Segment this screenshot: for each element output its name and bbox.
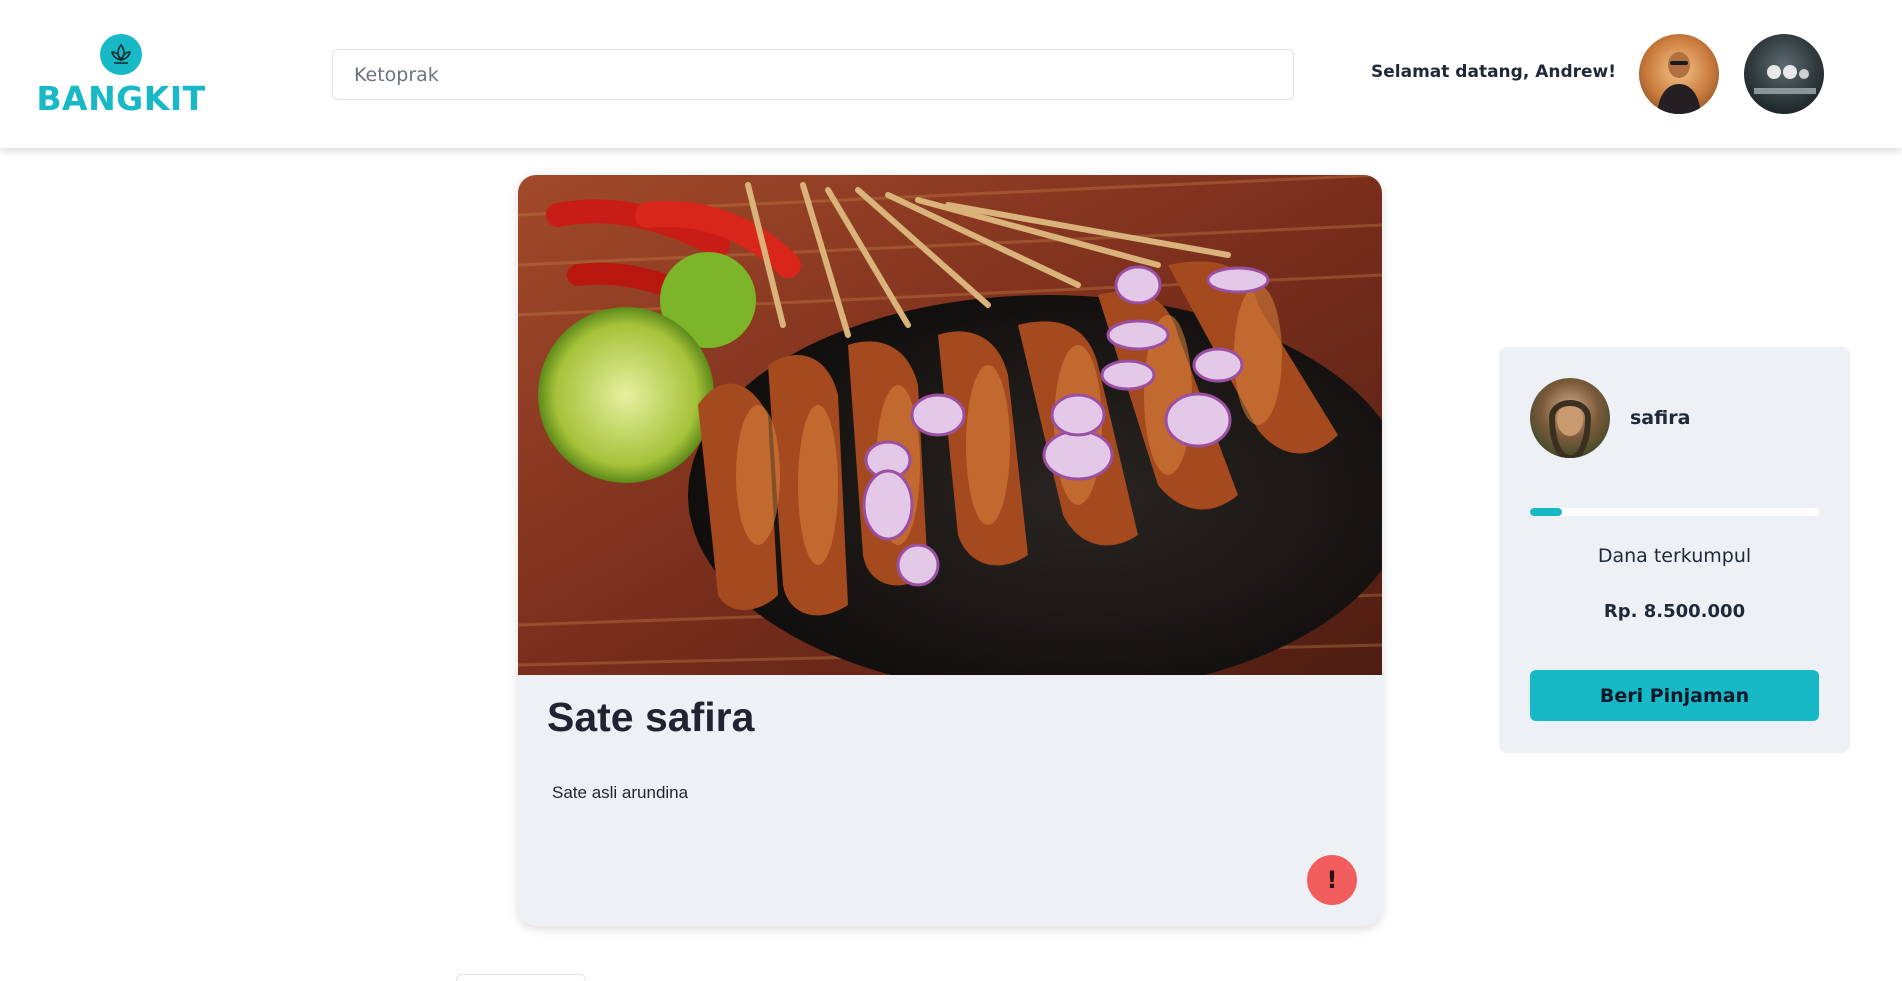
leaf-icon: [100, 34, 142, 75]
funding-progress-bar: [1530, 508, 1819, 516]
welcome-text: Selamat datang, Andrew!: [1371, 62, 1616, 82]
funds-label: Dana terkumpul: [1597, 545, 1752, 567]
brand-name: BANGKIT: [36, 79, 206, 118]
report-button[interactable]: !: [1307, 855, 1357, 905]
listing-photo: [518, 175, 1382, 675]
funding-progress-fill: [1530, 508, 1562, 516]
brand-logo[interactable]: BANGKIT: [36, 34, 205, 118]
listing-description: Sate asli arundina: [552, 783, 689, 802]
lend-button[interactable]: Beri Pinjaman: [1530, 670, 1819, 721]
search-input[interactable]: [354, 63, 1272, 86]
search-box[interactable]: [332, 49, 1294, 100]
bottom-partial-button[interactable]: [456, 974, 586, 981]
owner-name: safira: [1630, 407, 1691, 429]
listing-card: Sate safira Sate asli arundina !: [518, 175, 1382, 926]
listing-title: Sate safira: [547, 694, 755, 740]
user-avatar[interactable]: [1639, 34, 1719, 114]
top-navbar: BANGKIT Selamat datang, Andrew!: [0, 0, 1902, 148]
exclamation-icon: !: [1326, 866, 1338, 894]
funds-amount: Rp. 8.500.000: [1603, 601, 1746, 622]
organization-avatar[interactable]: [1744, 34, 1824, 114]
funding-panel: safira Dana terkumpul Rp. 8.500.000 Beri…: [1499, 347, 1850, 753]
owner-avatar[interactable]: [1530, 378, 1610, 458]
